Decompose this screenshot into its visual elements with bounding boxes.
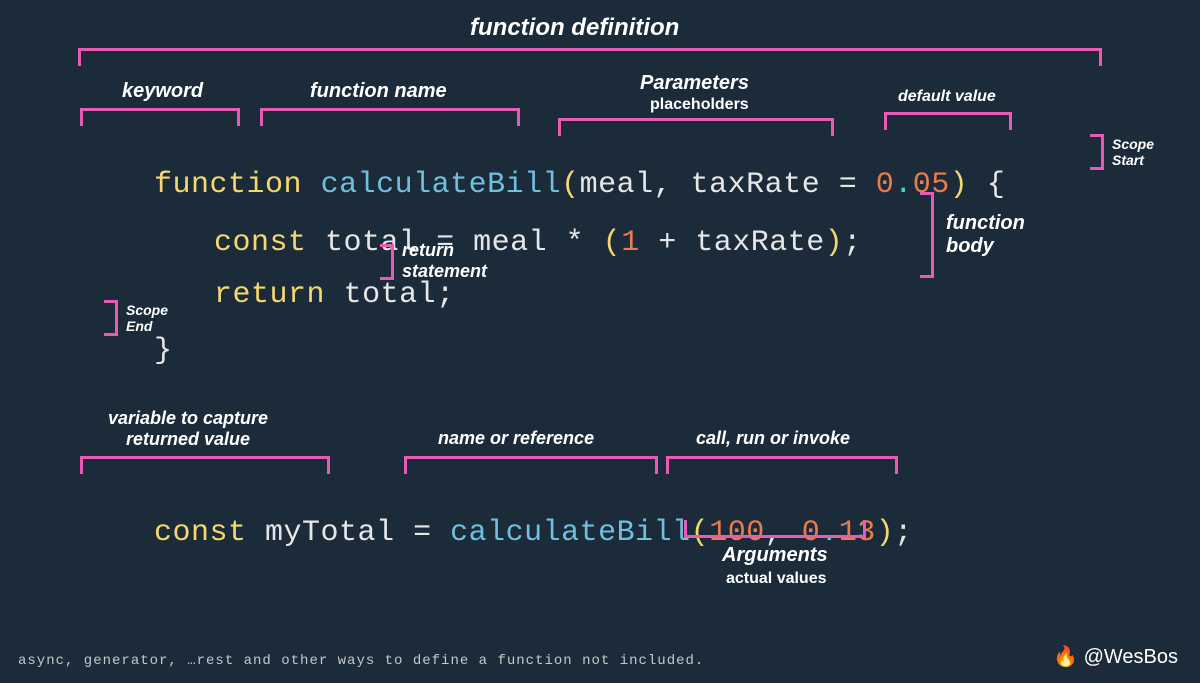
token-semi-call: ; bbox=[894, 516, 913, 550]
bracket-keyword bbox=[80, 108, 240, 126]
bracket-default-value bbox=[884, 112, 1012, 130]
token-paren-close-call: ) bbox=[876, 516, 895, 550]
fire-icon: 🔥 bbox=[1053, 646, 1078, 668]
label-call-invoke: call, run or invoke bbox=[696, 428, 850, 449]
label-name-reference: name or reference bbox=[438, 428, 594, 449]
token-semi-3: ; bbox=[436, 278, 455, 312]
label-function-body: function body bbox=[946, 212, 1025, 258]
token-paren-close-2: ) bbox=[825, 226, 844, 260]
token-eq-call: = bbox=[413, 516, 432, 550]
token-default-dot: . bbox=[894, 168, 913, 202]
label-parameters-sub: placeholders bbox=[650, 96, 749, 114]
token-plus: + bbox=[658, 226, 677, 260]
label-variable-capture: variable to capture returned value bbox=[108, 408, 268, 449]
token-one: 1 bbox=[621, 226, 640, 260]
bracket-call-invoke bbox=[666, 456, 898, 474]
label-arguments: Arguments bbox=[722, 544, 828, 567]
footer-note: async, generator, …rest and other ways t… bbox=[18, 653, 704, 669]
token-return: return bbox=[214, 278, 325, 312]
label-function-name: function name bbox=[310, 80, 447, 103]
bracket-arguments bbox=[684, 520, 866, 538]
label-scope-end: Scope End bbox=[126, 302, 168, 334]
token-taxrate-2: taxRate bbox=[695, 226, 825, 260]
label-default-value: default value bbox=[898, 88, 996, 106]
bracket-function-body bbox=[920, 192, 934, 278]
token-semi-2: ; bbox=[843, 226, 862, 260]
token-brace-close: } bbox=[154, 334, 173, 368]
label-keyword: keyword bbox=[122, 80, 203, 103]
label-parameters: Parameters bbox=[640, 72, 749, 95]
bracket-name-reference bbox=[404, 456, 658, 474]
diagram-canvas: function definition keyword function nam… bbox=[0, 0, 1200, 683]
token-paren-close: ) bbox=[950, 168, 969, 202]
token-mytotal: myTotal bbox=[265, 516, 395, 550]
label-return-statement: return statement bbox=[402, 240, 487, 281]
credit: 🔥 @WesBos bbox=[1053, 644, 1178, 669]
token-brace-open: { bbox=[987, 168, 1006, 202]
credit-handle: @WesBos bbox=[1084, 646, 1178, 668]
label-scope-start: Scope Start bbox=[1112, 136, 1154, 168]
bracket-scope-end bbox=[104, 300, 118, 336]
label-function-definition: function definition bbox=[470, 14, 679, 42]
token-total-3: total bbox=[344, 278, 437, 312]
label-arguments-sub: actual values bbox=[726, 570, 827, 588]
bracket-function-definition bbox=[78, 48, 1102, 66]
bracket-function-name bbox=[260, 108, 520, 126]
bracket-scope-start bbox=[1090, 134, 1104, 170]
token-paren-open-2: ( bbox=[603, 226, 622, 260]
token-const-call: const bbox=[154, 516, 247, 550]
token-star: * bbox=[566, 226, 585, 260]
bracket-variable-capture bbox=[80, 456, 330, 474]
bracket-return-statement bbox=[380, 244, 394, 280]
token-fn-call: calculateBill bbox=[450, 516, 691, 550]
token-default-int: 0 bbox=[876, 168, 895, 202]
